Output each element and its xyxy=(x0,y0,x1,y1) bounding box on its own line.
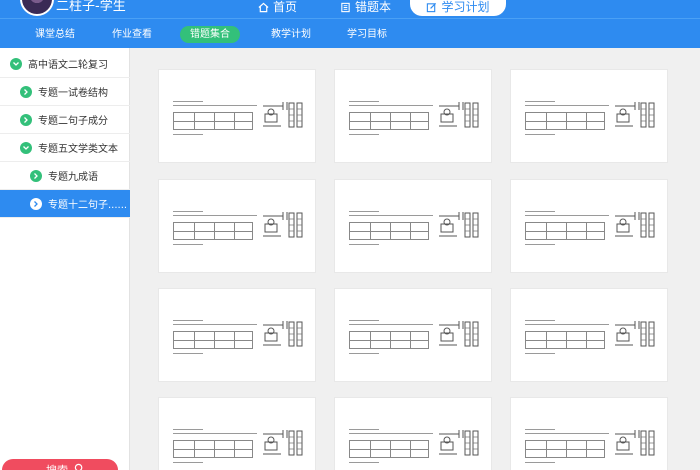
chevron-right-icon xyxy=(30,169,42,182)
nav-study-plan[interactable]: 学习计划 xyxy=(410,0,506,16)
question-thumbnail-card[interactable] xyxy=(334,179,492,273)
question-thumbnail-card[interactable] xyxy=(334,288,492,382)
nav-study-plan-label: 学习计划 xyxy=(441,0,490,14)
sidebar-item-topic-2[interactable]: 专题二句子成分 xyxy=(0,106,130,134)
sidebar-item-label: 专题九成语 xyxy=(48,172,98,183)
question-preview-image xyxy=(173,210,305,246)
nav-home[interactable]: 首页 xyxy=(258,0,297,16)
question-preview-image xyxy=(349,319,481,355)
sidebar-item-label: 专题五文学类文本 xyxy=(38,144,118,155)
edit-icon xyxy=(426,2,437,13)
question-thumbnail-card[interactable] xyxy=(334,69,492,163)
avatar[interactable] xyxy=(20,0,54,16)
question-preview-image xyxy=(173,428,305,464)
question-thumbnail-card[interactable] xyxy=(510,288,668,382)
search-button-label: 搜索 xyxy=(46,462,68,470)
question-thumbnail-card[interactable] xyxy=(510,179,668,273)
question-preview-image xyxy=(349,100,481,136)
search-button[interactable]: 搜索 xyxy=(2,459,118,470)
chevron-right-icon xyxy=(20,85,32,98)
username: 二柱子-学生 xyxy=(56,0,126,14)
question-thumbnail-card[interactable] xyxy=(334,397,492,470)
question-thumbnail-card[interactable] xyxy=(510,397,668,470)
top-header: 二柱子-学生 首页 错题本 学习计划 xyxy=(0,0,700,18)
sidebar-item-topic-5[interactable]: 专题五文学类文本 xyxy=(0,134,130,162)
nav-wrong-book-label: 错题本 xyxy=(355,0,392,14)
sidebar-item-topic-1[interactable]: 专题一试卷结构 xyxy=(0,78,130,106)
sidebar-item-review[interactable]: 高中语文二轮复习 xyxy=(0,50,130,78)
tab-homework[interactable]: 作业查看 xyxy=(112,26,152,43)
question-preview-image xyxy=(525,319,657,355)
chevron-down-icon xyxy=(20,141,32,154)
question-preview-image xyxy=(525,210,657,246)
tab-study-goals[interactable]: 学习目标 xyxy=(347,26,387,43)
chevron-right-icon xyxy=(30,197,42,210)
question-preview-image xyxy=(173,100,305,136)
question-grid xyxy=(131,48,700,470)
sidebar-item-label: 专题十二句子...... xyxy=(48,200,128,211)
question-thumbnail-card[interactable] xyxy=(510,69,668,163)
search-icon xyxy=(74,463,85,470)
question-thumbnail-card[interactable] xyxy=(158,69,316,163)
sidebar-item-label: 专题一试卷结构 xyxy=(38,88,108,99)
question-preview-image xyxy=(349,428,481,464)
question-thumbnail-card[interactable] xyxy=(158,179,316,273)
nav-home-label: 首页 xyxy=(273,0,298,14)
question-thumbnail-card[interactable] xyxy=(158,288,316,382)
tab-class-summary[interactable]: 课堂总结 xyxy=(35,26,75,43)
sidebar-item-topic-9[interactable]: 专题九成语 xyxy=(0,162,130,190)
sub-navigation: 课堂总结 作业查看 错题集合 教学计划 学习目标 xyxy=(0,18,700,48)
tab-wrong-collection[interactable]: 错题集合 xyxy=(180,26,240,43)
nav-wrong-book[interactable]: 错题本 xyxy=(340,0,391,16)
chevron-right-icon xyxy=(20,113,32,126)
sidebar-item-label: 高中语文二轮复习 xyxy=(28,60,108,71)
sidebar-item-label: 专题二句子成分 xyxy=(38,116,108,127)
question-preview-image xyxy=(525,428,657,464)
sidebar-item-topic-12[interactable]: 专题十二句子...... xyxy=(0,190,130,218)
question-preview-image xyxy=(349,210,481,246)
tab-teaching-plan[interactable]: 教学计划 xyxy=(271,26,311,43)
sidebar: 高中语文二轮复习 专题一试卷结构 专题二句子成分 专题五文学类文本 专题九成语 … xyxy=(0,48,130,470)
question-preview-image xyxy=(173,319,305,355)
question-preview-image xyxy=(525,100,657,136)
book-icon xyxy=(340,2,351,13)
home-icon xyxy=(258,2,269,13)
question-thumbnail-card[interactable] xyxy=(158,397,316,470)
chevron-down-icon xyxy=(10,57,22,70)
